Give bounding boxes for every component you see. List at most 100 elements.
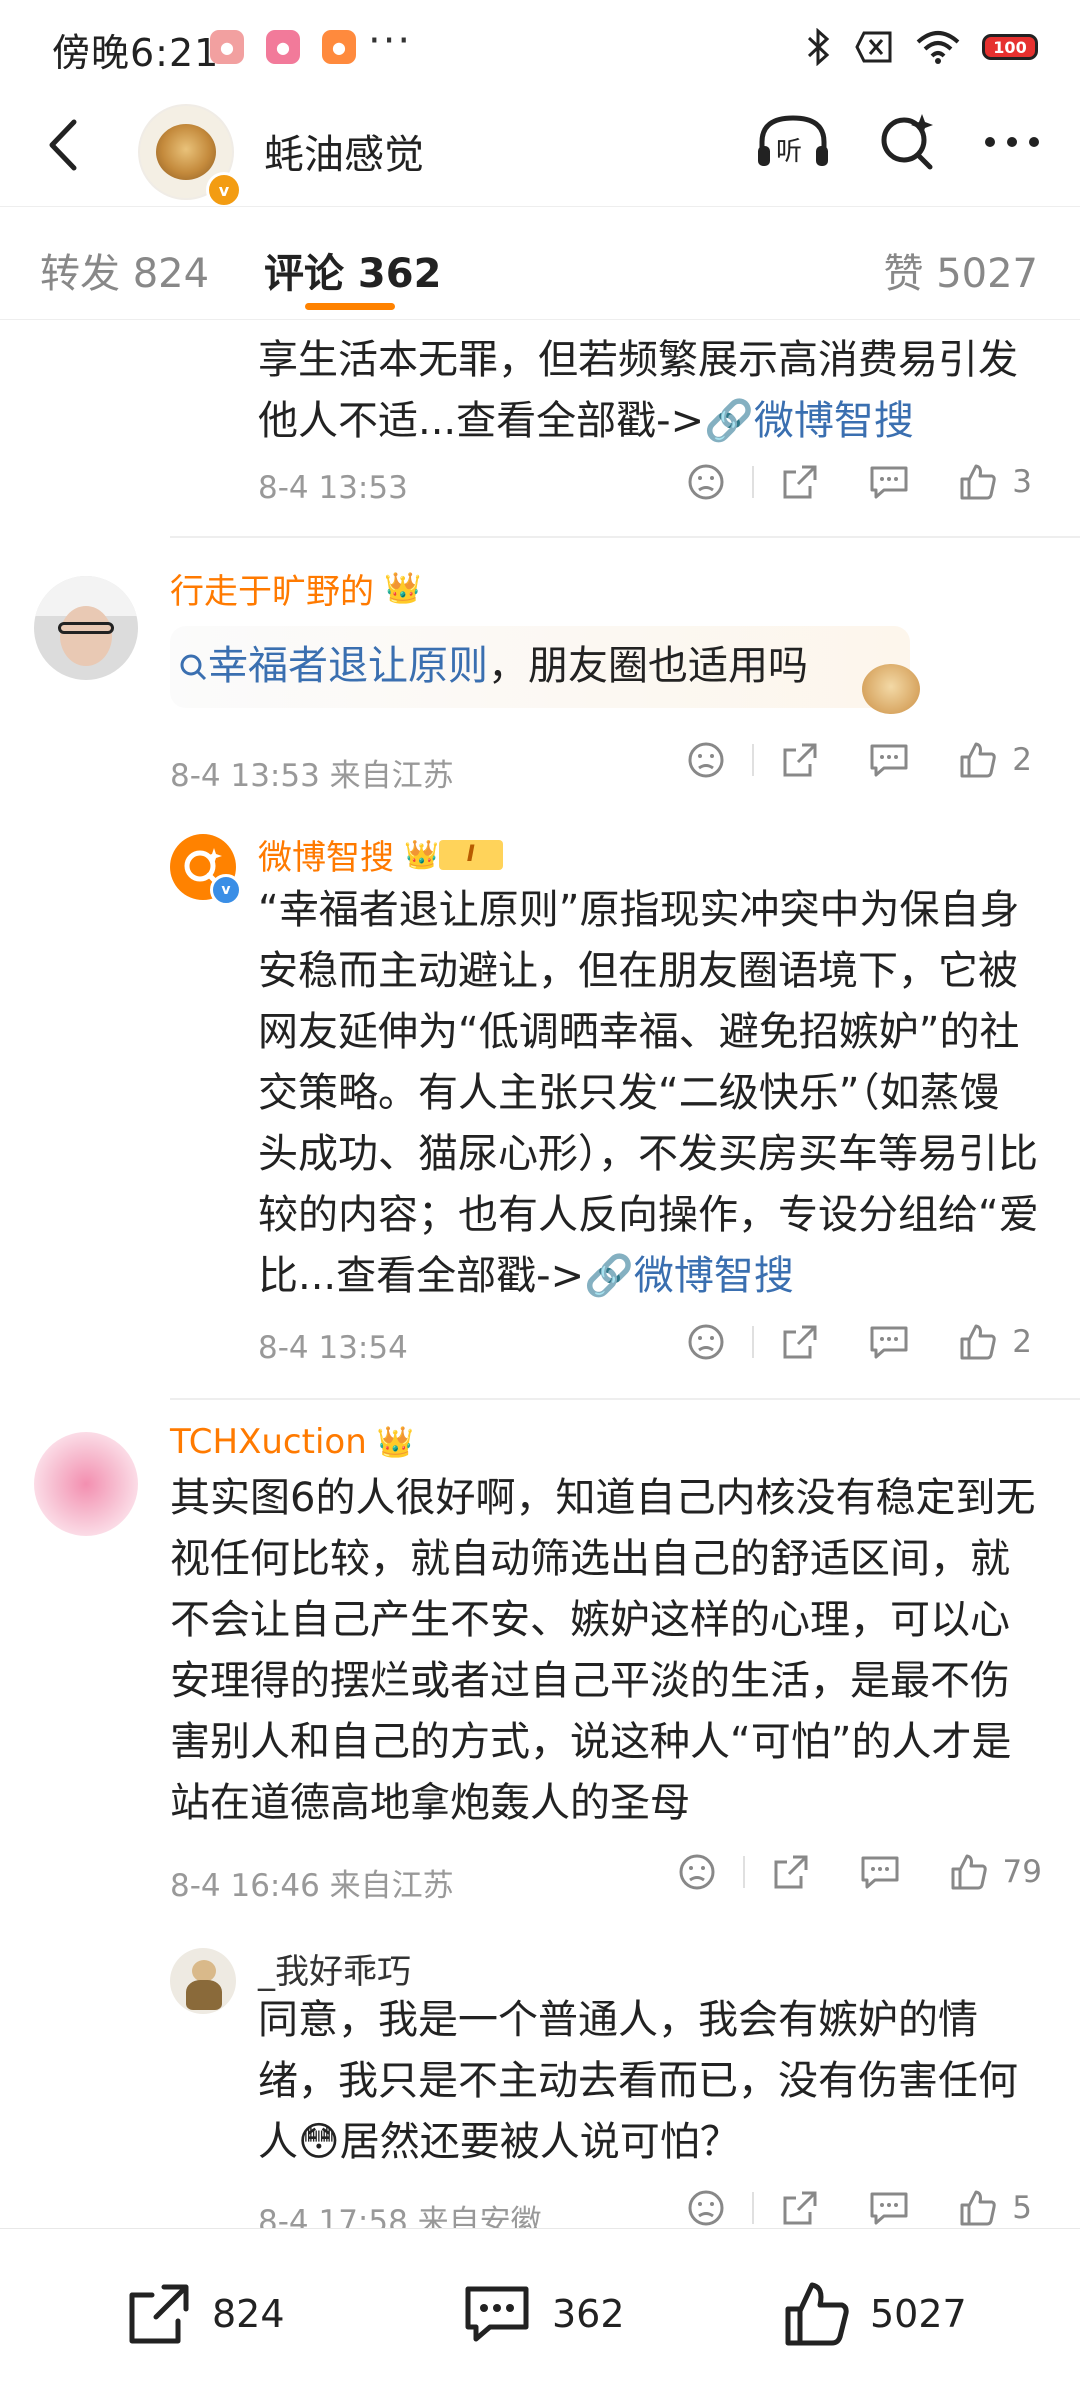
dislike-button[interactable] — [686, 2188, 726, 2228]
author-name[interactable]: 蚝油感觉 — [264, 122, 424, 180]
reply-button[interactable] — [868, 1322, 910, 1362]
reply-button[interactable] — [868, 462, 910, 502]
repost-icon — [129, 2284, 189, 2344]
comment-actions: 2 — [686, 740, 1032, 780]
tab-comments[interactable]: 评论 362 — [264, 241, 441, 299]
like-count: 2 — [1012, 742, 1032, 778]
wifi-icon — [916, 31, 960, 64]
avatar-figure — [192, 1960, 216, 1982]
comment-list: 享生活本无罪，但若频繁展示高消费易引发 他人不适...查看全部戳->🔗微博智搜 … — [0, 318, 1080, 2228]
comment-username[interactable]: TCHXuction 👑 — [170, 1422, 414, 1462]
reply-button[interactable] — [859, 1852, 901, 1892]
dislike-face-icon — [688, 2190, 724, 2226]
sim-off-icon — [855, 31, 892, 63]
avatar-image — [156, 124, 216, 180]
repost-count: 824 — [212, 2292, 285, 2336]
tab-likes[interactable]: 赞 5027 — [883, 241, 1038, 299]
reply-button[interactable] — [868, 2188, 910, 2228]
dislike-button[interactable] — [677, 1852, 717, 1892]
share-icon — [774, 1855, 808, 1889]
like-button[interactable]: 2 — [958, 1322, 1032, 1362]
comment-username[interactable]: 行走于旷野的 👑 — [170, 564, 421, 613]
user-avatar[interactable] — [34, 576, 138, 680]
listen-icon[interactable]: 听 — [754, 110, 832, 174]
comment-time: 8-4 13:53 — [258, 470, 408, 506]
thumbs-up-icon — [951, 1854, 987, 1890]
search-icon — [180, 654, 207, 681]
comment-actions: 3 — [686, 462, 1032, 502]
like-button[interactable]: 79 — [949, 1852, 1042, 1892]
comment-username[interactable]: 微博智搜 👑 I — [258, 830, 503, 879]
flushed-face-emoji: 😳 — [298, 2119, 340, 2165]
like-button[interactable]: 2 — [958, 740, 1032, 780]
tab-repost[interactable]: 转发 824 — [40, 241, 209, 299]
battery-icon: 100 — [982, 34, 1038, 60]
dislike-face-icon — [688, 464, 724, 500]
like-button[interactable]: 5 — [958, 2188, 1032, 2228]
share-button[interactable] — [780, 462, 820, 502]
like-button[interactable]: 5027 — [782, 2279, 967, 2349]
weibo-smart-search-link[interactable]: 🔗微博智搜 — [584, 1253, 794, 1299]
dislike-button[interactable] — [686, 462, 726, 502]
verified-badge-icon: v — [210, 874, 242, 906]
comment-actions: 5 — [686, 2188, 1032, 2228]
user-avatar[interactable] — [170, 1948, 236, 2014]
share-button[interactable] — [780, 1322, 820, 1362]
status-notification-icons: ● ● ● — [210, 30, 356, 64]
crown-icon: 👑 — [404, 838, 439, 871]
like-count: 5 — [1012, 2190, 1032, 2226]
topic-search-link[interactable]: 幸福者退让原则 — [178, 643, 488, 689]
notification-app-icon: ● — [322, 30, 356, 64]
comment-count: 362 — [552, 2292, 625, 2336]
comment-text: 同意，我是一个普通人，我会有嫉妒的情 绪，我只是不主动去看而已，没有伤害任何 人… — [258, 1997, 1018, 2165]
user-avatar[interactable] — [34, 1432, 138, 1536]
search-icon[interactable] — [876, 110, 938, 174]
divider — [170, 1398, 1080, 1400]
reply-button[interactable] — [868, 740, 910, 780]
level-badge: I — [438, 839, 503, 870]
dislike-face-icon — [688, 1324, 724, 1360]
comment-bubble-icon — [870, 466, 908, 499]
share-button[interactable] — [780, 740, 820, 780]
dislike-face-icon — [688, 742, 724, 778]
avatar-figure-body — [186, 1980, 222, 2010]
comment-text: 享生活本无罪，但若频繁展示高消费易引发 他人不适...查看全部戳->🔗微博智搜 — [258, 337, 1018, 444]
dislike-button[interactable] — [686, 740, 726, 780]
comment-bubble-icon — [870, 744, 908, 777]
like-button[interactable]: 3 — [958, 462, 1032, 502]
action-separator — [752, 2192, 755, 2224]
share-icon — [783, 2191, 817, 2225]
comment-time: 8-4 13:53 来自江苏 — [170, 758, 454, 794]
weibo-smart-search-link[interactable]: 🔗微博智搜 — [704, 398, 914, 444]
comment-actions: 79 — [677, 1852, 1042, 1892]
post-tabs: 转发 824 评论 362 赞 5027 — [0, 206, 1080, 320]
more-menu-icon[interactable] — [982, 132, 1042, 152]
divider — [170, 536, 1080, 538]
author-avatar[interactable]: v — [140, 106, 242, 208]
bluetooth-icon — [807, 28, 830, 66]
thumbs-up-icon — [960, 464, 997, 500]
status-bar: 傍晚6:21 ● ● ● ··· 100 — [0, 0, 1080, 96]
status-more-icon: ··· — [368, 18, 413, 64]
like-count: 2 — [1012, 1324, 1032, 1360]
thumbs-up-icon — [785, 2282, 849, 2346]
share-button[interactable] — [771, 1852, 811, 1892]
crown-icon: 👑 — [384, 571, 422, 606]
notification-app-icon: ● — [210, 30, 244, 64]
comment-time: 8-4 16:46 来自江苏 — [170, 1868, 454, 1904]
comment-bubble-icon — [861, 1856, 899, 1889]
comment-username[interactable]: _我好乖巧 — [258, 1944, 411, 1993]
header-actions: 听 — [754, 110, 1042, 174]
avatar-face — [60, 606, 112, 666]
repost-button[interactable]: 824 — [124, 2279, 285, 2349]
dislike-button[interactable] — [686, 1322, 726, 1362]
share-icon — [783, 1325, 817, 1359]
status-time: 傍晚6:21 — [52, 31, 220, 75]
action-separator — [752, 744, 755, 776]
comment-time: 8-4 13:54 — [258, 1330, 408, 1366]
crown-icon: 👑 — [376, 1424, 415, 1460]
back-arrow-icon[interactable] — [34, 110, 98, 180]
share-button[interactable] — [780, 2188, 820, 2228]
comment-button[interactable]: 362 — [460, 2279, 625, 2349]
share-icon — [783, 465, 817, 499]
